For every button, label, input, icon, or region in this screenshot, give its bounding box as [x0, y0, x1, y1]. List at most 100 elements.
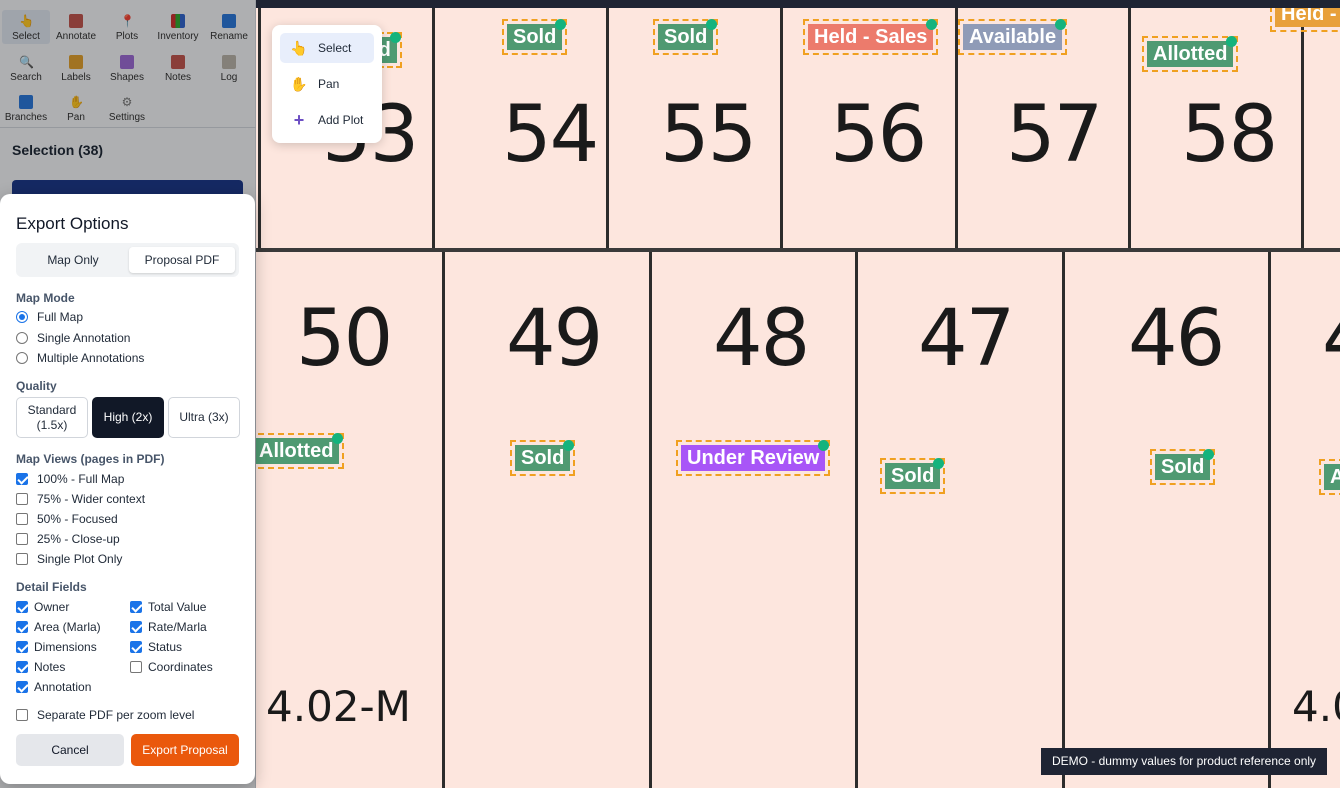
radio-control[interactable]: [16, 332, 28, 344]
checkbox[interactable]: [16, 601, 28, 613]
status-tag[interactable]: A: [1319, 459, 1340, 495]
quality-ultra-button[interactable]: Ultra (3x): [168, 397, 240, 438]
view-option[interactable]: 100% - Full Map: [16, 472, 124, 486]
plot-boundary: [649, 252, 652, 788]
plot-boundary: [1301, 8, 1304, 248]
field-option[interactable]: Total Value: [130, 600, 206, 614]
tool-menu: 👆 Select ✋ Pan + Add Plot: [272, 25, 382, 143]
status-tag[interactable]: Sold: [510, 440, 576, 476]
status-tag[interactable]: Available: [958, 19, 1068, 55]
quality-label: (1.5x): [36, 417, 68, 432]
checkbox[interactable]: [16, 621, 28, 633]
status-tag[interactable]: Sold: [502, 19, 568, 55]
view-option[interactable]: Single Plot Only: [16, 552, 122, 566]
checkbox[interactable]: [16, 641, 28, 653]
radio-single-annotation[interactable]: Single Annotation: [16, 331, 130, 345]
export-options-dialog: Export Options Map Only Proposal PDF Map…: [0, 194, 255, 784]
status-tag-label: Held -: [1275, 8, 1340, 27]
checkbox[interactable]: [130, 661, 142, 673]
plot-number[interactable]: 47: [918, 300, 1015, 378]
status-tag[interactable]: Allotted: [256, 433, 345, 469]
plot-number[interactable]: 58: [1181, 96, 1278, 174]
plot-number[interactable]: 54: [502, 96, 599, 174]
plot-number[interactable]: 56: [830, 96, 927, 174]
checkbox[interactable]: [130, 601, 142, 613]
plot-number[interactable]: 48: [713, 300, 810, 378]
checkbox[interactable]: [16, 473, 28, 485]
field-option[interactable]: Owner: [16, 600, 69, 614]
cancel-button[interactable]: Cancel: [16, 734, 124, 766]
field-option[interactable]: Coordinates: [130, 660, 213, 674]
radio-multiple-annotations[interactable]: Multiple Annotations: [16, 351, 144, 365]
checkbox[interactable]: [130, 621, 142, 633]
plot-map-canvas[interactable]: 53 54 55 56 57 58 50 49 48 47 46 4 4.02-…: [256, 8, 1340, 788]
quality-standard-button[interactable]: Standard (1.5x): [16, 397, 88, 438]
checkbox-label: Area (Marla): [34, 620, 101, 634]
tool-pan-option[interactable]: ✋ Pan: [280, 69, 374, 99]
tool-select-option[interactable]: 👆 Select: [280, 33, 374, 63]
status-tag-label: A: [1324, 464, 1340, 490]
tab-map-only[interactable]: Map Only: [20, 247, 126, 273]
field-option[interactable]: Status: [130, 640, 182, 654]
plot-boundary: [1128, 8, 1131, 248]
plot-boundary: [606, 8, 609, 248]
plot-boundary: [1268, 252, 1271, 788]
field-option[interactable]: Notes: [16, 660, 65, 674]
plot-number[interactable]: 50: [296, 300, 393, 378]
checkbox[interactable]: [16, 661, 28, 673]
status-dot: [332, 433, 344, 444]
checkbox-label: 50% - Focused: [37, 512, 118, 526]
view-option[interactable]: 75% - Wider context: [16, 492, 145, 506]
plot-boundary: [780, 8, 783, 248]
hand-icon: ✋: [290, 76, 308, 92]
export-proposal-button[interactable]: Export Proposal: [131, 734, 239, 766]
status-tag[interactable]: Sold: [880, 458, 946, 494]
status-tag[interactable]: Sold: [1150, 449, 1216, 485]
checkbox-label: Status: [148, 640, 183, 654]
status-dot: [706, 19, 718, 30]
plot-boundary: [258, 8, 261, 248]
checkbox[interactable]: [16, 553, 28, 565]
plot-number[interactable]: 49: [506, 300, 603, 378]
dialog-title: Export Options: [16, 214, 129, 233]
view-option[interactable]: 50% - Focused: [16, 512, 118, 526]
plot-number[interactable]: 46: [1128, 300, 1225, 378]
radio-full-map[interactable]: Full Map: [16, 310, 83, 324]
checkbox[interactable]: [130, 641, 142, 653]
pointer-hand-icon: 👆: [290, 40, 308, 56]
status-tag[interactable]: Held - Sales: [803, 19, 939, 55]
checkbox-label: Single Plot Only: [37, 552, 123, 566]
status-tag[interactable]: Sold: [653, 19, 719, 55]
plot-number[interactable]: 55: [660, 96, 757, 174]
field-option[interactable]: Dimensions: [16, 640, 97, 654]
checkbox-label: Rate/Marla: [148, 620, 207, 634]
plus-icon: +: [293, 110, 305, 130]
status-tag[interactable]: Allotted: [1142, 36, 1239, 72]
view-option[interactable]: 25% - Close-up: [16, 532, 120, 546]
checkbox[interactable]: [16, 493, 28, 505]
separate-pdf-option[interactable]: Separate PDF per zoom level: [16, 708, 194, 722]
status-tag-label: Sold: [507, 24, 563, 50]
tool-add-plot-option[interactable]: + Add Plot: [280, 105, 374, 135]
radio-control[interactable]: [16, 311, 28, 323]
plot-number[interactable]: 4: [1322, 300, 1340, 378]
checkbox-label: Total Value: [148, 600, 207, 614]
tab-proposal-pdf[interactable]: Proposal PDF: [129, 247, 235, 273]
radio-control[interactable]: [16, 352, 28, 364]
status-dot: [1055, 19, 1067, 30]
status-tag[interactable]: Under Review: [676, 440, 831, 476]
status-tag-label: Available: [963, 24, 1063, 50]
status-tag[interactable]: Held -: [1270, 8, 1340, 32]
checkbox[interactable]: [16, 709, 28, 721]
field-option[interactable]: Annotation: [16, 680, 91, 694]
status-tag-label: Sold: [1155, 454, 1211, 480]
field-option[interactable]: Rate/Marla: [130, 620, 207, 634]
checkbox[interactable]: [16, 533, 28, 545]
checkbox[interactable]: [16, 513, 28, 525]
checkbox[interactable]: [16, 681, 28, 693]
quality-high-button[interactable]: High (2x): [92, 397, 164, 438]
status-dot: [555, 19, 567, 30]
field-option[interactable]: Area (Marla): [16, 620, 101, 634]
status-tag-label: Allotted: [1147, 41, 1234, 67]
plot-number[interactable]: 57: [1006, 96, 1103, 174]
